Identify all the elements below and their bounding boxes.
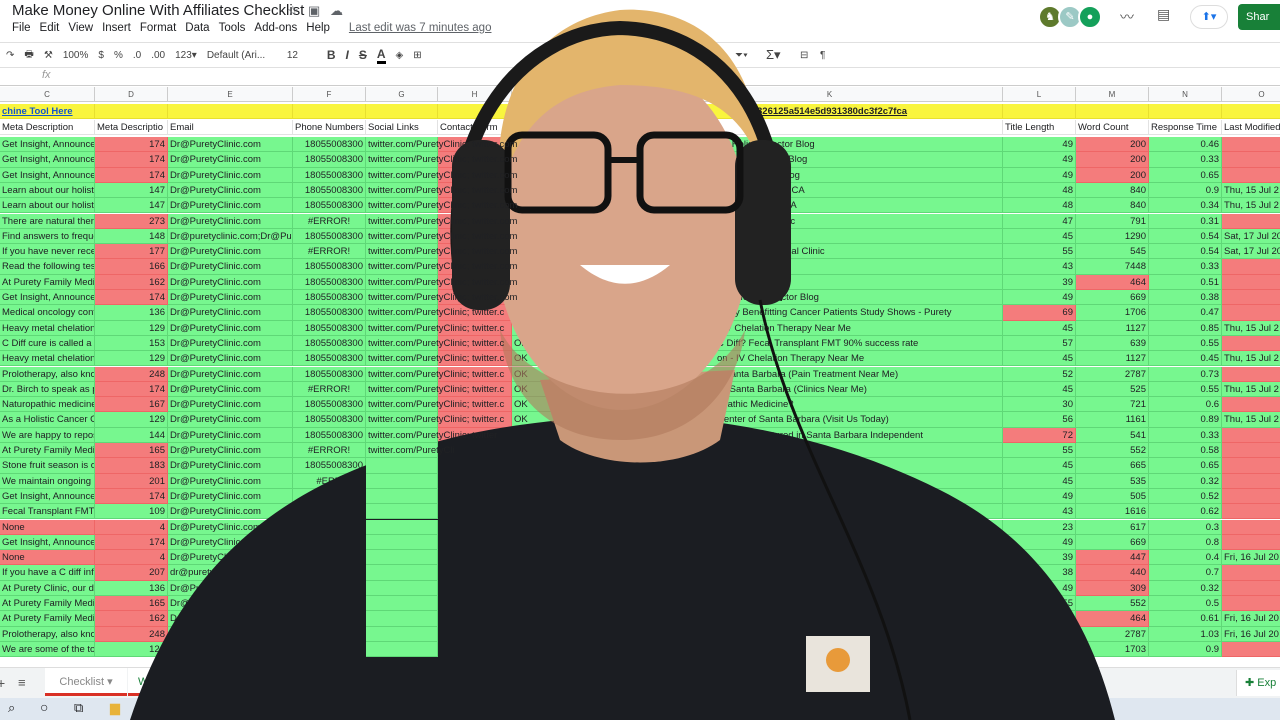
cell-g[interactable]: twitter.com/PuretyClinic; twitter.c — [366, 335, 504, 352]
cell-g[interactable] — [366, 611, 438, 627]
cell-g[interactable] — [366, 458, 438, 474]
cell-g[interactable]: twitter.com/PuretyClinic; twitter.com — [366, 167, 517, 183]
cell-g[interactable] — [366, 473, 438, 489]
cell-g[interactable]: twitter.com/PuretyClinic; twitter.com — [366, 290, 517, 306]
cell-g[interactable] — [366, 580, 438, 596]
cell-g[interactable] — [366, 488, 438, 505]
cell-g[interactable] — [366, 626, 438, 642]
cell-g[interactable]: twitter.com/PuretyClinic; twitter.com — [366, 274, 517, 290]
cell-g[interactable] — [366, 641, 438, 658]
cell-g[interactable]: twitter.com/PuretyClinic; twitter.com — [366, 259, 517, 275]
cell-g[interactable] — [366, 565, 438, 581]
cell-g[interactable] — [366, 596, 438, 612]
cell-g[interactable] — [366, 504, 438, 520]
webcam-person-overlay — [130, 9, 1115, 720]
cell-g[interactable]: twitter.com/PuretyClinic; twitter.com — [366, 213, 517, 229]
cell-g[interactable]: twitter.com/PuretyClinic; twitter.com — [366, 198, 517, 214]
cell-g[interactable]: twitter.com/PuretyClinic; twitter.com — [366, 152, 517, 168]
cell-g[interactable]: twitter.com/PuretyClinic; twitter.com — [366, 137, 517, 153]
cell-g[interactable]: twitter.com/PuretyCli — [366, 443, 455, 459]
cell-g[interactable] — [366, 519, 438, 535]
cell-g[interactable]: twitter.com/PuretyClinic; twitter — [366, 427, 497, 443]
cell-g[interactable]: twitter.com/PuretyClinic; twitter.c — [366, 412, 504, 428]
cell-g[interactable]: twitter.com/PuretyClinic; twitter.c — [366, 381, 504, 398]
cell-g[interactable] — [366, 534, 438, 551]
cell-g[interactable]: twitter.com/PuretyClinic; twitter.c — [366, 397, 504, 413]
cell-g[interactable]: twitter.com/PuretyClinic; twitter.com — [366, 244, 517, 260]
cell-g[interactable]: twitter.com/PuretyClinic; twitter.c — [366, 305, 504, 321]
cell-g[interactable]: twitter.com/PuretyClinic; twitter.com — [366, 228, 517, 245]
cell-g[interactable]: twitter.com/PuretyClinic; twitter.c — [366, 320, 504, 336]
cell-g[interactable]: twitter.com/PuretyClinic; twitter.c — [366, 366, 504, 382]
cell-g[interactable] — [366, 550, 438, 566]
cell-g[interactable]: twitter.com/PuretyClinic; twitter.com — [366, 182, 517, 199]
cell-g[interactable]: twitter.com/PuretyClinic; twitter.c — [366, 351, 504, 367]
